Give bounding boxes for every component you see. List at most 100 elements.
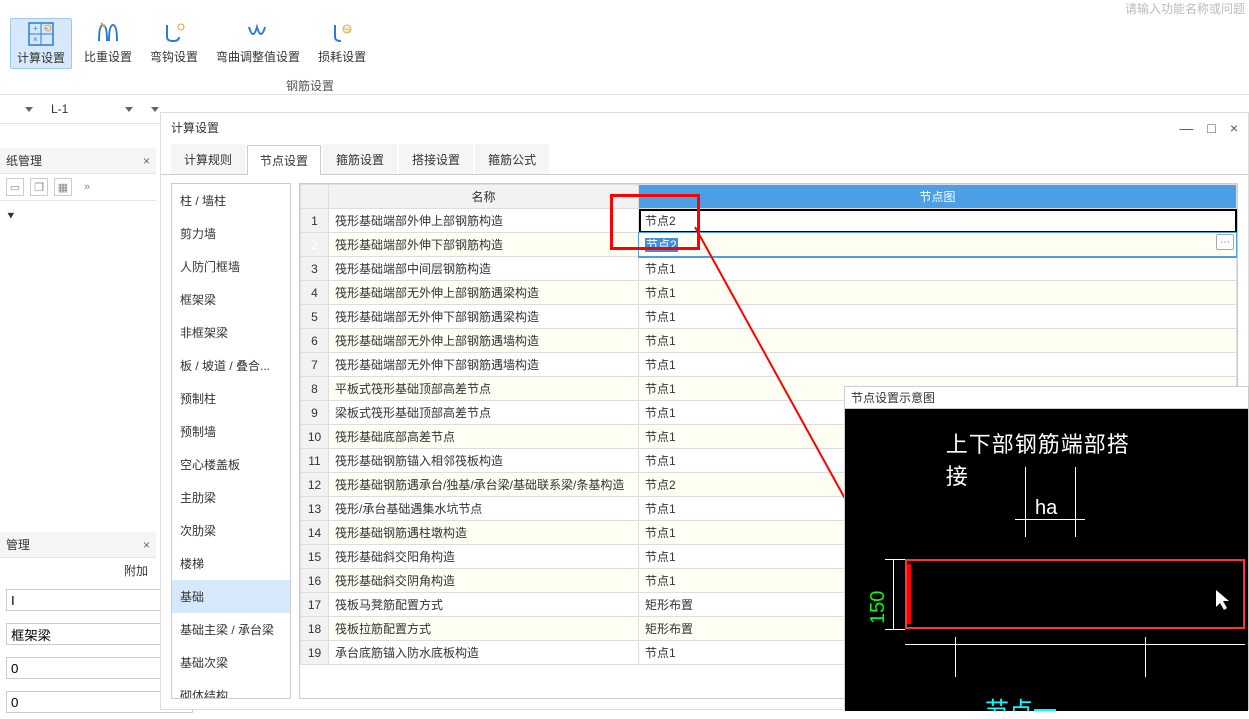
col-num bbox=[301, 185, 329, 209]
row-number: 2 bbox=[301, 233, 329, 257]
row-value[interactable]: 节点2 bbox=[639, 209, 1237, 233]
row-value[interactable]: 节点1 bbox=[639, 329, 1237, 353]
dim-150: 150 bbox=[867, 591, 890, 624]
row-value[interactable]: 节点1 bbox=[639, 257, 1237, 281]
row-value[interactable]: 节点1 bbox=[639, 305, 1237, 329]
category-item[interactable]: 预制墙 bbox=[172, 415, 290, 448]
weight-settings-button[interactable]: 比重设置 bbox=[78, 18, 138, 69]
dropdown-l1[interactable]: L-1 bbox=[44, 99, 140, 119]
attach-label[interactable]: 附加 bbox=[124, 562, 148, 579]
row-number: 9 bbox=[301, 401, 329, 425]
row-name: 筏板马凳筋配置方式 bbox=[329, 593, 639, 617]
tool-icon-3[interactable]: ▦ bbox=[54, 178, 72, 196]
table-row[interactable]: 3筏形基础端部中间层钢筋构造节点1 bbox=[301, 257, 1237, 281]
dialog-titlebar: 计算设置 — □ × bbox=[161, 113, 1248, 142]
row-value[interactable]: 节点1 bbox=[639, 353, 1237, 377]
row-number: 15 bbox=[301, 545, 329, 569]
left-column: 纸管理 × ▭ ❐ ▦ » ⯆ 管理 × 附加 bbox=[0, 148, 156, 719]
preview-panel: 节点设置示意图 上下部钢筋端部搭接 ha 150 节点一 bbox=[844, 386, 1249, 710]
row-name: 筏形基础钢筋锚入相邻筏板构造 bbox=[329, 449, 639, 473]
hook-settings-button[interactable]: 弯钩设置 bbox=[144, 18, 204, 69]
table-row[interactable]: 5筏形基础端部无外伸下部钢筋遇梁构造节点1 bbox=[301, 305, 1237, 329]
tab-1[interactable]: 节点设置 bbox=[247, 145, 321, 175]
close-icon[interactable]: × bbox=[143, 154, 150, 168]
category-item[interactable]: 主肋梁 bbox=[172, 481, 290, 514]
bend-settings-button[interactable]: 弯曲调整值设置 bbox=[210, 18, 306, 69]
category-item[interactable]: 楼梯 bbox=[172, 547, 290, 580]
dropdown-value: L-1 bbox=[51, 102, 68, 116]
row-name: 筏形基础斜交阳角构造 bbox=[329, 545, 639, 569]
calc-settings-button[interactable]: +−× 计算设置 bbox=[10, 18, 72, 69]
row-name: 平板式筏形基础顶部高差节点 bbox=[329, 377, 639, 401]
row-number: 8 bbox=[301, 377, 329, 401]
category-item[interactable]: 空心楼盖板 bbox=[172, 448, 290, 481]
field-row-3 bbox=[0, 651, 156, 685]
row-name: 筏板拉筋配置方式 bbox=[329, 617, 639, 641]
svg-text:%: % bbox=[344, 27, 350, 34]
row-value[interactable]: 节点1 bbox=[639, 281, 1237, 305]
panel2-title: 管理 bbox=[6, 536, 30, 553]
category-item[interactable]: 基础次梁 bbox=[172, 646, 290, 679]
tool-icon-1[interactable]: ▭ bbox=[6, 178, 24, 196]
row-name: 承台底筋锚入防水底板构造 bbox=[329, 641, 639, 665]
svg-text:×: × bbox=[33, 35, 38, 44]
category-item[interactable]: 剪力墙 bbox=[172, 217, 290, 250]
loss-icon: % bbox=[328, 20, 356, 46]
row-name: 筏形基础端部无外伸上部钢筋遇墙构造 bbox=[329, 329, 639, 353]
search-placeholder[interactable]: 请输入功能名称或问题 bbox=[1125, 0, 1245, 17]
table-row[interactable]: 6筏形基础端部无外伸上部钢筋遇墙构造节点1 bbox=[301, 329, 1237, 353]
ellipsis-button[interactable]: ⋯ bbox=[1216, 234, 1234, 250]
hook-icon bbox=[160, 20, 188, 46]
category-item[interactable]: 基础主梁 / 承台梁 bbox=[172, 613, 290, 646]
tab-3[interactable]: 搭接设置 bbox=[399, 144, 473, 174]
row-name: 筏形/承台基础遇集水坑节点 bbox=[329, 497, 639, 521]
calc-icon: +−× bbox=[27, 21, 55, 47]
category-item[interactable]: 预制柱 bbox=[172, 382, 290, 415]
category-item[interactable]: 框架梁 bbox=[172, 283, 290, 316]
category-item[interactable]: 柱 / 墙柱 bbox=[172, 184, 290, 217]
panel1-title: 纸管理 bbox=[6, 152, 42, 169]
maximize-icon[interactable]: □ bbox=[1207, 120, 1215, 136]
row-name: 筏形基础端部无外伸下部钢筋遇墙构造 bbox=[329, 353, 639, 377]
minimize-icon[interactable]: — bbox=[1179, 120, 1193, 136]
row-name: 筏形基础钢筋遇柱墩构造 bbox=[329, 521, 639, 545]
table-row[interactable]: 7筏形基础端部无外伸下部钢筋遇墙构造节点1 bbox=[301, 353, 1237, 377]
row-value[interactable]: 节点2⋯ bbox=[639, 233, 1237, 257]
category-item[interactable]: 人防门框墙 bbox=[172, 250, 290, 283]
row-number: 3 bbox=[301, 257, 329, 281]
row-number: 11 bbox=[301, 449, 329, 473]
preview-footer: 节点一 bbox=[985, 691, 1057, 711]
preview-heading: 上下部钢筋端部搭接 bbox=[946, 427, 1148, 491]
tab-0[interactable]: 计算规则 bbox=[171, 144, 245, 174]
toolbar-overflow[interactable]: » bbox=[78, 178, 96, 196]
top-menu-strip bbox=[0, 0, 1249, 10]
table-row[interactable]: 1筏形基础端部外伸上部钢筋构造节点2 bbox=[301, 209, 1237, 233]
ribbon-group-label: 钢筋设置 bbox=[150, 73, 470, 94]
dialog-tabs: 计算规则节点设置箍筋设置搭接设置箍筋公式 bbox=[161, 144, 1248, 175]
svg-text:+: + bbox=[33, 24, 38, 33]
row-number: 12 bbox=[301, 473, 329, 497]
table-row[interactable]: 2筏形基础端部外伸下部钢筋构造节点2⋯ bbox=[301, 233, 1237, 257]
category-item[interactable]: 非框架梁 bbox=[172, 316, 290, 349]
chevron-down-icon bbox=[151, 107, 159, 112]
category-item[interactable]: 次肋梁 bbox=[172, 514, 290, 547]
close-icon[interactable]: × bbox=[1230, 120, 1238, 136]
tab-4[interactable]: 箍筋公式 bbox=[475, 144, 549, 174]
chevron-down-icon bbox=[125, 107, 133, 112]
row-name: 筏形基础端部无外伸下部钢筋遇梁构造 bbox=[329, 305, 639, 329]
category-item[interactable]: 板 / 坡道 / 叠合... bbox=[172, 349, 290, 382]
table-row[interactable]: 4筏形基础端部无外伸上部钢筋遇梁构造节点1 bbox=[301, 281, 1237, 305]
tab-2[interactable]: 箍筋设置 bbox=[323, 144, 397, 174]
row-number: 1 bbox=[301, 209, 329, 233]
category-item[interactable]: 砌体结构 bbox=[172, 679, 290, 699]
tool-icon-2[interactable]: ❐ bbox=[30, 178, 48, 196]
row-name: 筏形基础钢筋遇承台/独基/承台梁/基础联系梁/条基构造 bbox=[329, 473, 639, 497]
row-number: 13 bbox=[301, 497, 329, 521]
collapse-icon[interactable]: ⯆ bbox=[6, 209, 16, 223]
dropdown-1[interactable] bbox=[6, 104, 40, 115]
close-icon[interactable]: × bbox=[143, 538, 150, 552]
category-item[interactable]: 基础 bbox=[172, 580, 290, 613]
preview-title: 节点设置示意图 bbox=[845, 387, 1248, 409]
category-list[interactable]: 柱 / 墙柱剪力墙人防门框墙框架梁非框架梁板 / 坡道 / 叠合...预制柱预制… bbox=[171, 183, 291, 699]
loss-settings-button[interactable]: % 损耗设置 bbox=[312, 18, 372, 69]
